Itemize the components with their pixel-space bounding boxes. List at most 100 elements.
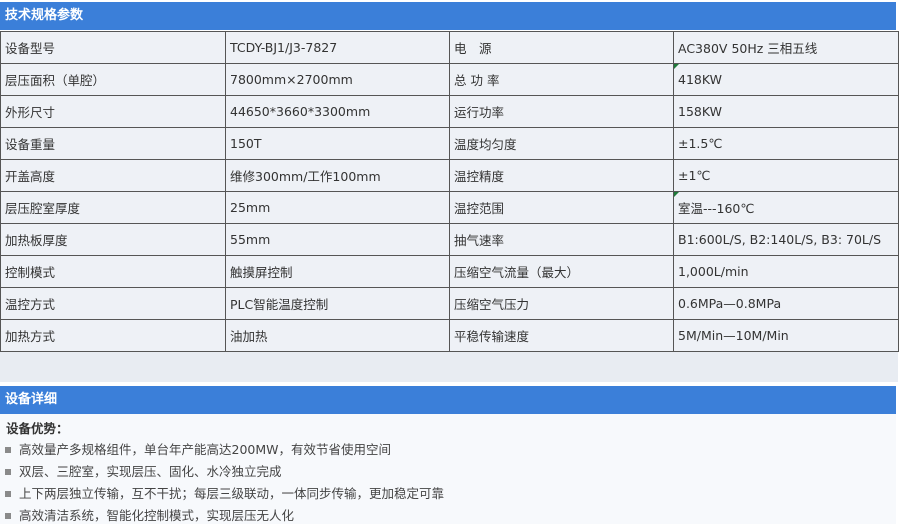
spec-label: 加热方式 <box>5 329 56 344</box>
spec-label: 开盖高度 <box>5 169 56 184</box>
spec-value: B1:600L/S, B2:140L/S, B3: 70L/S <box>678 232 882 247</box>
spec-value-cell: 150T <box>225 127 450 160</box>
spec-value-cell: 5M/Min—10M/Min <box>673 319 899 352</box>
spec-label-cell: 加热板厚度 <box>0 223 226 256</box>
spec-value: 室温---160℃ <box>678 201 755 216</box>
spec-value: 7800mm×2700mm <box>230 72 353 87</box>
spec-table: 设备型号 TCDY-BJ1/J3-7827 电 源 AC380V 50Hz 三相五线层… <box>0 31 899 352</box>
spec-label: 温控范围 <box>454 201 505 216</box>
spec-value: ±1.5℃ <box>678 136 723 151</box>
spec-label-cell: 设备重量 <box>0 127 226 160</box>
spec-value: AC380V 50Hz 三相五线 <box>678 41 818 56</box>
spec-row: 设备重量 150T 温度均匀度 ±1.5℃ <box>0 127 899 160</box>
cell-corner-marker <box>674 192 679 197</box>
spec-value: 55mm <box>230 232 271 247</box>
spec-value: 25mm <box>230 200 271 215</box>
spec-row: 开盖高度 维修300mm/工作100mm 温控精度 ±1℃ <box>0 159 899 192</box>
detail-section-header: 设备详细 <box>0 386 896 414</box>
spec-page: 技术规格参数 设备型号 TCDY-BJ1/J3-7827 电 源 AC380V 50H… <box>0 0 900 524</box>
spec-value-cell: AC380V 50Hz 三相五线 <box>673 31 899 64</box>
spec-value: 150T <box>230 136 262 151</box>
spec-value: PLC智能温度控制 <box>230 297 329 312</box>
spec-value-cell: PLC智能温度控制 <box>225 287 450 320</box>
spec-label-cell: 外形尺寸 <box>0 95 226 128</box>
spec-value: 维修300mm/工作100mm <box>230 169 381 184</box>
spec-label-cell: 开盖高度 <box>0 159 226 192</box>
spec-value: 5M/Min—10M/Min <box>678 328 789 343</box>
spec-value-cell: ±1℃ <box>673 159 899 192</box>
advantages-title: 设备优势： <box>6 421 69 436</box>
spec-label: 总 功 率 <box>454 73 500 88</box>
advantage-text: 高效清洁系统，智能化控制模式，实现层压无人化 <box>19 508 295 523</box>
spec-label: 控制模式 <box>5 265 56 280</box>
spec-value-cell: 0.6MPa—0.8MPa <box>673 287 899 320</box>
spec-value-cell: 维修300mm/工作100mm <box>225 159 450 192</box>
spec-value-cell: 44650*3660*3300mm <box>225 95 450 128</box>
spec-value: 1,000L/min <box>678 264 749 279</box>
advantage-text: 双层、三腔室，实现层压、固化、水冷独立完成 <box>19 464 282 479</box>
bullet-square-icon <box>5 468 11 475</box>
spec-label: 温度均匀度 <box>454 137 517 152</box>
spec-value: 418KW <box>678 72 722 87</box>
spec-value-cell: 触摸屏控制 <box>225 255 450 288</box>
spec-table-container: 设备型号 TCDY-BJ1/J3-7827 电 源 AC380V 50Hz 三相五线层… <box>0 31 899 382</box>
spec-label: 温控精度 <box>454 169 505 184</box>
spec-label: 运行功率 <box>454 105 505 120</box>
spec-value: TCDY-BJ1/J3-7827 <box>230 40 338 55</box>
spec-value: 44650*3660*3300mm <box>230 104 371 119</box>
spec-label: 设备重量 <box>5 137 56 152</box>
spec-label-cell: 总 功 率 <box>449 63 674 96</box>
spec-label: 层压腔室厚度 <box>5 201 81 216</box>
spec-label-cell: 温度均匀度 <box>449 127 674 160</box>
spec-label: 温控方式 <box>5 297 56 312</box>
spec-label: 设备型号 <box>5 41 56 56</box>
spec-label-cell: 电 源 <box>449 31 674 64</box>
spec-label: 电 源 <box>454 41 492 56</box>
spec-value: 0.6MPa—0.8MPa <box>678 296 782 311</box>
spec-value: 油加热 <box>230 329 268 344</box>
bullet-square-icon <box>5 512 11 519</box>
spec-value-cell: ±1.5℃ <box>673 127 899 160</box>
spec-value-cell: 55mm <box>225 223 450 256</box>
advantage-text: 高效量产多规格组件，单台年产能高达200MW，有效节省使用空间 <box>19 442 392 457</box>
spec-label: 层压面积（单腔） <box>5 73 106 88</box>
advantages-list: 高效量产多规格组件，单台年产能高达200MW，有效节省使用空间 双层、三腔室，实现… <box>5 439 444 527</box>
spec-label-cell: 温控方式 <box>0 287 226 320</box>
spec-label-cell: 压缩空气压力 <box>449 287 674 320</box>
detail-body: 设备优势： 高效量产多规格组件，单台年产能高达200MW，有效节省使用空间 双层、… <box>0 414 896 524</box>
spec-label: 外形尺寸 <box>5 105 56 120</box>
spec-label-cell: 层压腔室厚度 <box>0 191 226 224</box>
spec-value-cell: B1:600L/S, B2:140L/S, B3: 70L/S <box>673 223 899 256</box>
spec-value-cell: 1,000L/min <box>673 255 899 288</box>
spec-label: 压缩空气流量（最大） <box>454 265 580 280</box>
spec-row: 温控方式 PLC智能温度控制 压缩空气压力 0.6MPa—0.8MPa <box>0 287 899 320</box>
spec-label: 抽气速率 <box>454 233 505 248</box>
spec-row: 控制模式 触摸屏控制 压缩空气流量（最大） 1,000L/min <box>0 255 899 288</box>
spec-label-cell: 温控精度 <box>449 159 674 192</box>
spec-label-cell: 抽气速率 <box>449 223 674 256</box>
advantage-item: 双层、三腔室，实现层压、固化、水冷独立完成 <box>5 461 444 483</box>
spec-value: 158KW <box>678 104 722 119</box>
bullet-square-icon <box>5 490 11 497</box>
spec-row: 层压面积（单腔） 7800mm×2700mm 总 功 率 418KW <box>0 63 899 96</box>
spec-label-cell: 运行功率 <box>449 95 674 128</box>
spec-label-cell: 设备型号 <box>0 31 226 64</box>
spec-label-cell: 温控范围 <box>449 191 674 224</box>
detail-section-title: 设备详细 <box>5 392 58 407</box>
spec-section-header: 技术规格参数 <box>0 2 896 30</box>
spec-row: 加热板厚度 55mm 抽气速率 B1:600L/S, B2:140L/S, B3: 7… <box>0 223 899 256</box>
advantage-item: 高效量产多规格组件，单台年产能高达200MW，有效节省使用空间 <box>5 439 444 461</box>
spec-label: 平稳传输速度 <box>454 329 530 344</box>
cell-corner-marker <box>674 64 679 69</box>
spec-value-cell: 室温---160℃ <box>673 191 899 224</box>
spec-value-cell: TCDY-BJ1/J3-7827 <box>225 31 450 64</box>
spec-row: 外形尺寸 44650*3660*3300mm 运行功率 158KW <box>0 95 899 128</box>
spec-value-cell: 25mm <box>225 191 450 224</box>
bullet-square-icon <box>5 446 11 453</box>
advantage-text: 上下两层独立传输，互不干扰；每层三级联动，一体同步传输，更加稳定可靠 <box>19 486 445 501</box>
spec-value-cell: 7800mm×2700mm <box>225 63 450 96</box>
spec-row: 层压腔室厚度 25mm 温控范围 室温---160℃ <box>0 191 899 224</box>
spec-value-cell: 油加热 <box>225 319 450 352</box>
spec-value: ±1℃ <box>678 168 711 183</box>
spec-label-cell: 控制模式 <box>0 255 226 288</box>
